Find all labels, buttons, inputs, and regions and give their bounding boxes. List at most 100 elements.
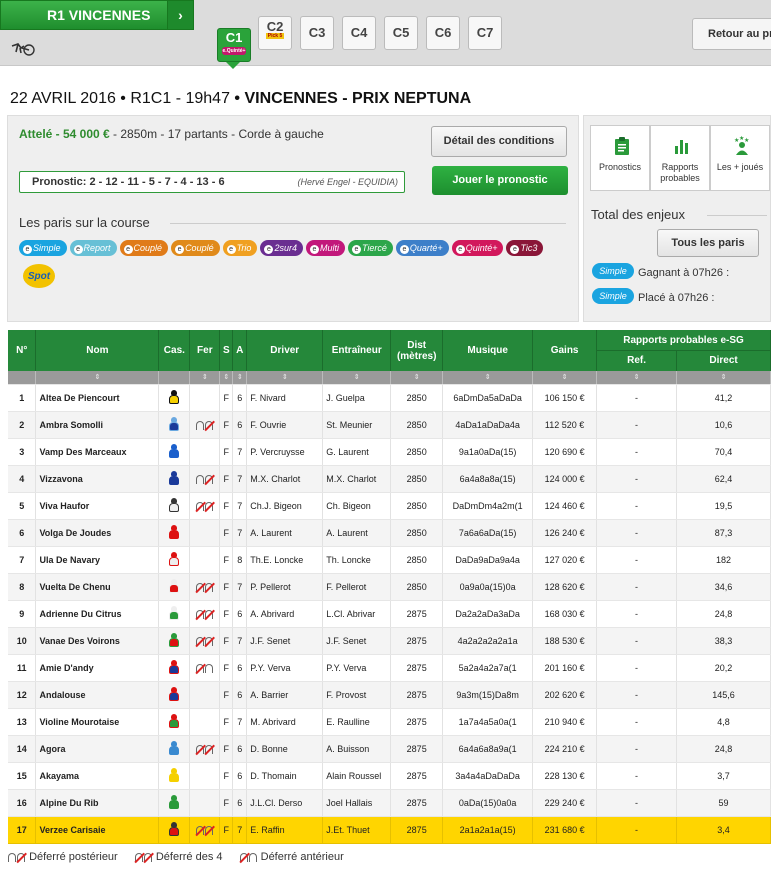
bet-type-1[interactable]: e Report: [69, 240, 117, 256]
course-tab-c5[interactable]: C5: [384, 16, 418, 50]
tile-plus-joues[interactable]: ★ ★ ★ Les + joués: [710, 125, 770, 191]
table-row[interactable]: 7 Ula De Navary F 8 Th.E. Loncke Th. Loncke 28…: [8, 546, 771, 574]
reunion-selector[interactable]: R1 VINCENNES ›: [0, 0, 194, 30]
bet-type-9[interactable]: e Quinté+: [451, 240, 504, 256]
race-discipline: Attelé - 54 000 €: [19, 127, 110, 141]
conditions-button[interactable]: Détail des conditions: [431, 126, 567, 157]
bet-type-4[interactable]: e Trio: [222, 240, 258, 256]
course-tab-c6[interactable]: C6: [426, 16, 460, 50]
table-row[interactable]: 14 Agora F 6 D. Bonne A. Buisson 2875 6a4a6a8a9…: [8, 735, 771, 763]
cell-direct: 24,8: [676, 735, 771, 763]
sort-icon[interactable]: ⇕: [219, 371, 234, 385]
sort-icon[interactable]: ⇕: [232, 371, 248, 385]
shoe-crossed-icon: [134, 852, 143, 862]
shoe-icon: [8, 852, 16, 862]
cell-dist: 2875: [390, 816, 444, 844]
fer-cell: [189, 411, 221, 439]
course-label: C2: [266, 19, 284, 34]
table-row[interactable]: 17 Verzee Carisaie F 7 E. Raffin J.Et. Thuet 2…: [8, 816, 771, 844]
tile-pronostics[interactable]: Pronostics: [590, 125, 650, 191]
spot-badge[interactable]: Spot: [23, 264, 55, 288]
cell-a: 6: [232, 762, 248, 790]
legend-d4: Déferré des 4: [134, 851, 223, 863]
jockey-silk-icon: [168, 740, 180, 755]
sort-icon[interactable]: ⇕: [676, 371, 771, 385]
page-title: 22 AVRIL 2016 • R1C1 - 19h47 • VINCENNES…: [10, 90, 471, 108]
bet-type-8[interactable]: e Quarté+: [395, 240, 449, 256]
bet-label: Multi: [319, 243, 339, 253]
course-tab-c1[interactable]: C1 e.Quinté+: [217, 28, 251, 62]
fer-cell: [189, 519, 221, 547]
play-pronostic-button[interactable]: Jouer le pronostic: [432, 166, 568, 195]
shoe-crossed-icon: [204, 420, 213, 430]
cell-musique: 9a1a0aDa(15): [442, 438, 534, 466]
table-row[interactable]: 1 Altea De Piencourt F 6 F. Nivard J. Guelpa 2…: [8, 384, 771, 412]
cell-gains: 201 160 €: [532, 654, 598, 682]
course-tab-c3[interactable]: C3: [300, 16, 334, 50]
bet-type-3[interactable]: e Couplé: [171, 240, 220, 256]
bet-type-7[interactable]: e Tiercé: [347, 240, 393, 256]
cell-a: 7: [232, 573, 248, 601]
cell-gains: 128 620 €: [532, 573, 598, 601]
tile-rapports[interactable]: Rapports probables: [650, 125, 710, 191]
sort-icon[interactable]: ⇕: [246, 371, 324, 385]
cell-gains: 126 240 €: [532, 519, 598, 547]
table-row[interactable]: 12 Andalouse F 6 A. Barrier F. Provost 2875 9a3…: [8, 681, 771, 709]
sort-icon[interactable]: ⇕: [390, 371, 444, 385]
col-direct: Direct: [709, 354, 738, 366]
sort-icon[interactable]: ⇕: [532, 371, 598, 385]
cell-dist: 2875: [390, 654, 444, 682]
table-row[interactable]: 15 Akayama F 6 D. Thomain Alain Roussel 2875 3a…: [8, 762, 771, 790]
table-row[interactable]: 4 Vizzavona F 7 M.X. Charlot M.X. Charlot 2850…: [8, 465, 771, 493]
jockey-silk-icon: [168, 416, 180, 431]
bet-type-0[interactable]: e Simple: [19, 240, 67, 256]
casaque-cell: [158, 681, 191, 709]
bet-type-5[interactable]: e 2sur4: [260, 240, 303, 256]
course-label: C1: [225, 30, 243, 45]
course-tab-c2[interactable]: C2 Pick 5: [258, 16, 292, 50]
retour-button[interactable]: Retour au pro: [692, 18, 771, 50]
bet-type-10[interactable]: e Tic3: [506, 240, 544, 256]
table-row[interactable]: 11 Amie D'andy F 6 P.Y. Verva P.Y. Verva 2875 5…: [8, 654, 771, 682]
course-label: C4: [350, 25, 368, 40]
shoe-crossed-icon: [204, 582, 213, 592]
cell-entraineur: J.Et. Thuet: [322, 816, 392, 844]
cell-gains: 112 520 €: [532, 411, 598, 439]
sort-icon[interactable]: ⇕: [322, 371, 392, 385]
cell-gains: 231 680 €: [532, 816, 598, 844]
cell-a: 6: [232, 654, 248, 682]
table-row[interactable]: 13 Violine Mourotaise F 7 M. Abrivard E. Raul…: [8, 708, 771, 736]
course-tab-c4[interactable]: C4: [342, 16, 376, 50]
cell-gains: 202 620 €: [532, 681, 598, 709]
table-row[interactable]: 8 Vuelta De Chenu F 7 P. Pellerot F. Pellerot…: [8, 573, 771, 601]
table-row[interactable]: 9 Adrienne Du Citrus F 6 A. Abrivard L.Cl. Ab…: [8, 600, 771, 628]
casaque-cell: [158, 384, 191, 412]
table-row[interactable]: 5 Viva Haufor F 7 Ch.J. Bigeon Ch. Bigeon 2850…: [8, 492, 771, 520]
cell-musique: 2a1a2a1a(15): [442, 816, 534, 844]
cell-direct: 10,6: [676, 411, 771, 439]
bet-type-2[interactable]: e Couplé: [119, 240, 169, 256]
table-row[interactable]: 10 Vanae Des Voirons F 7 J.F. Senet J.F. Sene…: [8, 627, 771, 655]
jockey-silk-icon: [168, 578, 180, 593]
sort-icon[interactable]: ⇕: [35, 371, 160, 385]
cell-nom: Viva Haufor: [35, 492, 160, 520]
jockey-silk-icon: [168, 821, 180, 836]
sort-icon[interactable]: ⇕: [189, 371, 221, 385]
table-row[interactable]: 3 Vamp Des Marceaux F 7 P. Vercruysse G. Laur…: [8, 438, 771, 466]
all-bets-button[interactable]: Tous les paris: [657, 229, 759, 257]
sort-icon[interactable]: ⇕: [442, 371, 534, 385]
cell-ref: -: [596, 546, 677, 574]
sort-icon[interactable]: ⇕: [596, 371, 677, 385]
bet-type-6[interactable]: e Multi: [305, 240, 345, 256]
cell-num: 8: [8, 573, 37, 601]
casaque-cell: [158, 789, 191, 817]
fer-cell: [189, 438, 221, 466]
table-row[interactable]: 16 Alpine Du Rib F 6 J.L.Cl. Derso Joel Halla…: [8, 789, 771, 817]
course-badge: e.Quinté+: [222, 47, 246, 55]
cell-driver: F. Ouvrie: [246, 411, 324, 439]
table-row[interactable]: 2 Ambra Somolli F 6 F. Ouvrie St. Meunier 2850…: [8, 411, 771, 439]
casaque-cell: [158, 573, 191, 601]
chevron-right-icon[interactable]: ›: [167, 1, 193, 29]
course-tab-c7[interactable]: C7: [468, 16, 502, 50]
table-row[interactable]: 6 Volga De Joudes F 7 A. Laurent A. Laurent 28…: [8, 519, 771, 547]
